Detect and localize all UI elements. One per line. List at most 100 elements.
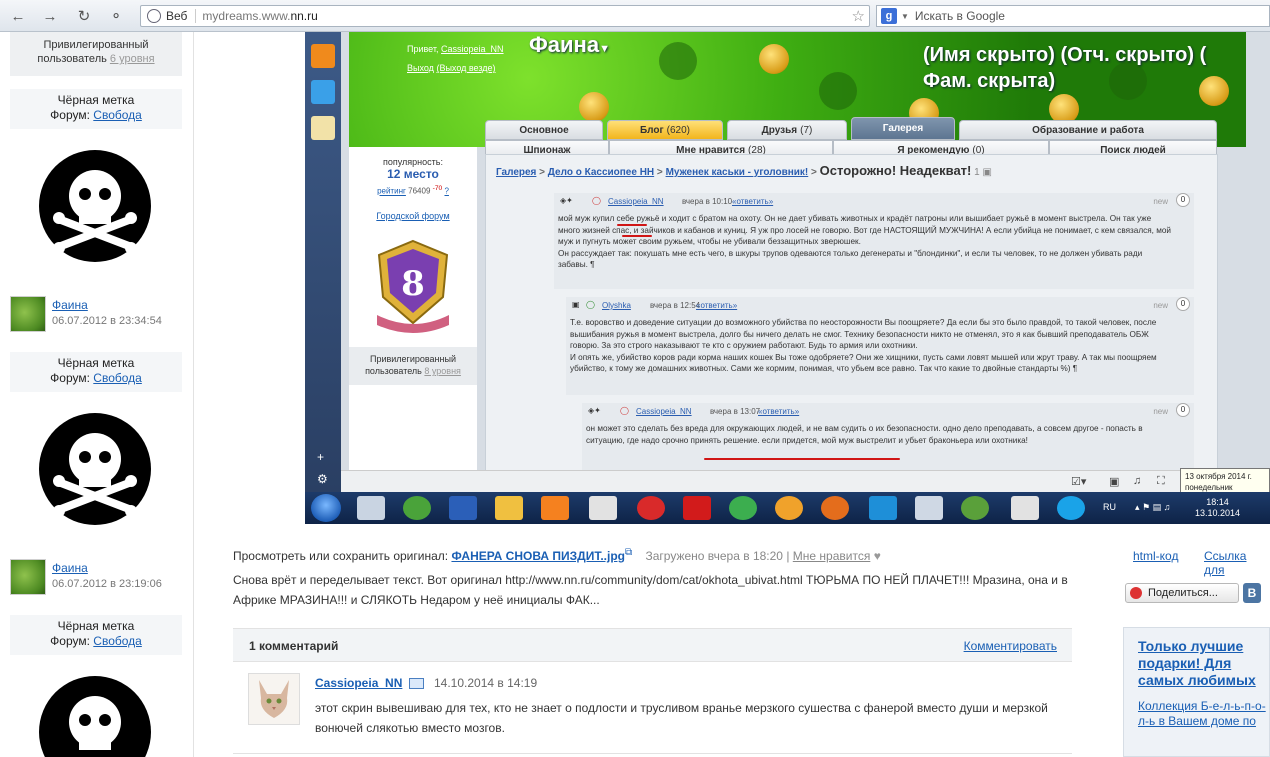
avatar[interactable] bbox=[10, 296, 46, 332]
heart-icon[interactable]: ♥ bbox=[874, 549, 881, 563]
user-link[interactable]: Фаина bbox=[52, 561, 88, 575]
forward-arrow-icon[interactable]: → bbox=[40, 6, 60, 26]
green-app-icon[interactable] bbox=[961, 496, 989, 520]
comment-author[interactable]: Cassiopeia_NN bbox=[608, 196, 664, 208]
mail-icon[interactable] bbox=[409, 678, 424, 689]
folder-icon[interactable] bbox=[495, 496, 523, 520]
score-badge[interactable]: 0 bbox=[1176, 297, 1190, 311]
user-link[interactable]: Фаина bbox=[52, 298, 88, 312]
forum-link[interactable]: Свобода bbox=[93, 108, 142, 122]
black-mark-box: Чёрная метка Форум: Свобода bbox=[10, 89, 182, 129]
separator: | bbox=[786, 549, 790, 563]
clock[interactable]: 18:14 13.10.2014 bbox=[1195, 497, 1240, 519]
rating-help-link[interactable]: ? bbox=[444, 187, 448, 196]
word-icon[interactable] bbox=[449, 496, 477, 520]
comment-author[interactable]: Olyshka bbox=[602, 300, 631, 312]
level-link[interactable]: 6 уровня bbox=[110, 53, 155, 65]
reply-link[interactable]: «ответить» bbox=[696, 300, 737, 312]
embedded-screenshot[interactable]: + ⚙ Привет, Cassiopeia_NN Выход (Выход в… bbox=[305, 32, 1270, 524]
like-link[interactable]: Мне нравится bbox=[793, 549, 871, 563]
rating-link[interactable]: рейтинг bbox=[377, 187, 406, 196]
skype-icon[interactable] bbox=[1057, 496, 1085, 520]
forum-link[interactable]: Свобода bbox=[93, 634, 142, 648]
search-box[interactable]: g ▼ Искать в Google bbox=[876, 5, 1270, 27]
bookmark-star-icon[interactable]: ☆ bbox=[852, 7, 865, 25]
score-badge[interactable]: 0 bbox=[1176, 193, 1190, 207]
record-icon[interactable]: ▣ bbox=[1109, 475, 1119, 488]
comment-author[interactable]: Cassiopeia_NN bbox=[636, 406, 692, 418]
tab-blog[interactable]: Блог (620) bbox=[607, 120, 723, 140]
tab-main[interactable]: Основное bbox=[485, 120, 603, 140]
reply-link[interactable]: «ответить» bbox=[758, 406, 799, 418]
crumb-gallery[interactable]: Галерея bbox=[496, 167, 536, 178]
greet-user-link[interactable]: Cassiopeia_NN bbox=[441, 44, 504, 54]
svg-text:8: 8 bbox=[401, 264, 425, 304]
link-for-link[interactable]: Ссылка для bbox=[1204, 549, 1270, 577]
tab-friends[interactable]: Друзья (7) bbox=[727, 120, 847, 140]
city-forum-line: Городской форум bbox=[349, 211, 477, 221]
tab-education[interactable]: Образование и работа bbox=[959, 120, 1217, 140]
avatar[interactable] bbox=[248, 673, 300, 725]
comment-button[interactable]: Комментировать bbox=[964, 639, 1057, 653]
crumb-photo-album[interactable]: Муженек каськи - уголовник! bbox=[666, 167, 809, 178]
profile-name[interactable]: Фаина▼ bbox=[529, 32, 610, 58]
rss-icon[interactable] bbox=[311, 44, 335, 68]
gear-icon[interactable]: ⚙ bbox=[317, 472, 328, 486]
ad-text[interactable]: Коллекция Б-е-л-ь-п-о-л-ь в Вашем доме п… bbox=[1138, 699, 1269, 729]
original-label: Просмотреть или сохранить оригинал: bbox=[233, 549, 449, 563]
plus-icon[interactable]: + bbox=[317, 450, 324, 464]
chevron-down-icon[interactable]: ▼ bbox=[901, 12, 909, 21]
photo-description: Снова врёт и переделывает текст. Вот ори… bbox=[233, 573, 1068, 607]
tray-icons[interactable]: ▴ ⚑ ▤ ♫ bbox=[1135, 502, 1170, 513]
comment-header: ◈✦ ◯ Cassiopeia_NN вчера в 10:10 «ответи… bbox=[554, 193, 1194, 209]
url-text: mydreams.www.nn.ru bbox=[202, 9, 318, 23]
city-forum-link[interactable]: Городской форум bbox=[376, 211, 449, 221]
level-link[interactable]: 8 уровня bbox=[424, 366, 461, 376]
vk-share-button[interactable]: В bbox=[1243, 583, 1261, 603]
start-button[interactable] bbox=[311, 494, 341, 522]
reply-link[interactable]: «ответить» bbox=[732, 196, 773, 208]
language-indicator[interactable]: RU bbox=[1103, 502, 1116, 512]
speaker-icon[interactable]: ♫ bbox=[1133, 475, 1141, 487]
checkbox-icon[interactable]: ☑▾ bbox=[1071, 475, 1086, 488]
tab-gallery[interactable]: Галерея bbox=[851, 117, 955, 140]
game-icon[interactable] bbox=[775, 496, 803, 520]
mail-icon[interactable] bbox=[311, 80, 335, 104]
forum-link[interactable]: Свобода bbox=[93, 371, 142, 385]
exit-link[interactable]: Выход bbox=[407, 63, 434, 73]
key-icon[interactable]: ⚬ bbox=[106, 6, 126, 26]
skull-crossbones-icon bbox=[39, 413, 151, 525]
yandex-icon[interactable] bbox=[683, 496, 711, 520]
original-file-link[interactable]: ФАНЕРА СНОВА ПИЗДИТ..jpg bbox=[451, 549, 625, 563]
yandex-browser-icon[interactable] bbox=[1011, 496, 1039, 520]
opera-icon[interactable] bbox=[637, 496, 665, 520]
torrent-icon[interactable] bbox=[403, 496, 431, 520]
crumb-album[interactable]: Дело о Кассиопее НН bbox=[548, 167, 654, 178]
privilege-box: Привилегированный пользователь 8 уровня bbox=[349, 347, 477, 385]
address-bar[interactable]: Веб mydreams.www.nn.ru ☆ bbox=[140, 5, 870, 27]
html-code-link[interactable]: html-код bbox=[1133, 549, 1178, 563]
avatar[interactable] bbox=[10, 559, 46, 595]
expand-icon[interactable]: ⛶ bbox=[1157, 475, 1165, 488]
ad-title[interactable]: Только лучшие подарки! Для самых любимых bbox=[1138, 638, 1269, 689]
calculator-icon[interactable] bbox=[357, 496, 385, 520]
comment-author[interactable]: Cassiopeia_NN bbox=[315, 676, 402, 690]
media-player-icon[interactable] bbox=[915, 496, 943, 520]
comment-time: вчера в 12:54 bbox=[650, 301, 701, 310]
comment-date: 14.10.2014 в 14:19 bbox=[434, 676, 538, 690]
back-arrow-icon[interactable]: ← bbox=[8, 6, 28, 26]
sidebar-user-row: Фаина 06.07.2012 в 23:19:06 bbox=[10, 557, 182, 597]
reload-icon[interactable]: ↻ bbox=[74, 6, 94, 26]
chrome-icon[interactable] bbox=[729, 496, 757, 520]
share-button[interactable]: Поделиться... bbox=[1125, 583, 1239, 603]
exit-all-link[interactable]: (Выход везде) bbox=[436, 63, 495, 73]
ad-block[interactable]: Только лучшие подарки! Для самых любимых… bbox=[1123, 627, 1270, 757]
mail-app-icon[interactable] bbox=[589, 496, 617, 520]
skull-crossbones-icon bbox=[39, 150, 151, 262]
notepad-icon[interactable] bbox=[311, 116, 335, 140]
score-badge[interactable]: 0 bbox=[1176, 403, 1190, 417]
maxthon-icon[interactable] bbox=[869, 496, 897, 520]
crumb-current: Осторожно! Неадекват! bbox=[819, 163, 972, 178]
odnoklassniki-icon[interactable] bbox=[541, 496, 569, 520]
firefox-icon[interactable] bbox=[821, 496, 849, 520]
